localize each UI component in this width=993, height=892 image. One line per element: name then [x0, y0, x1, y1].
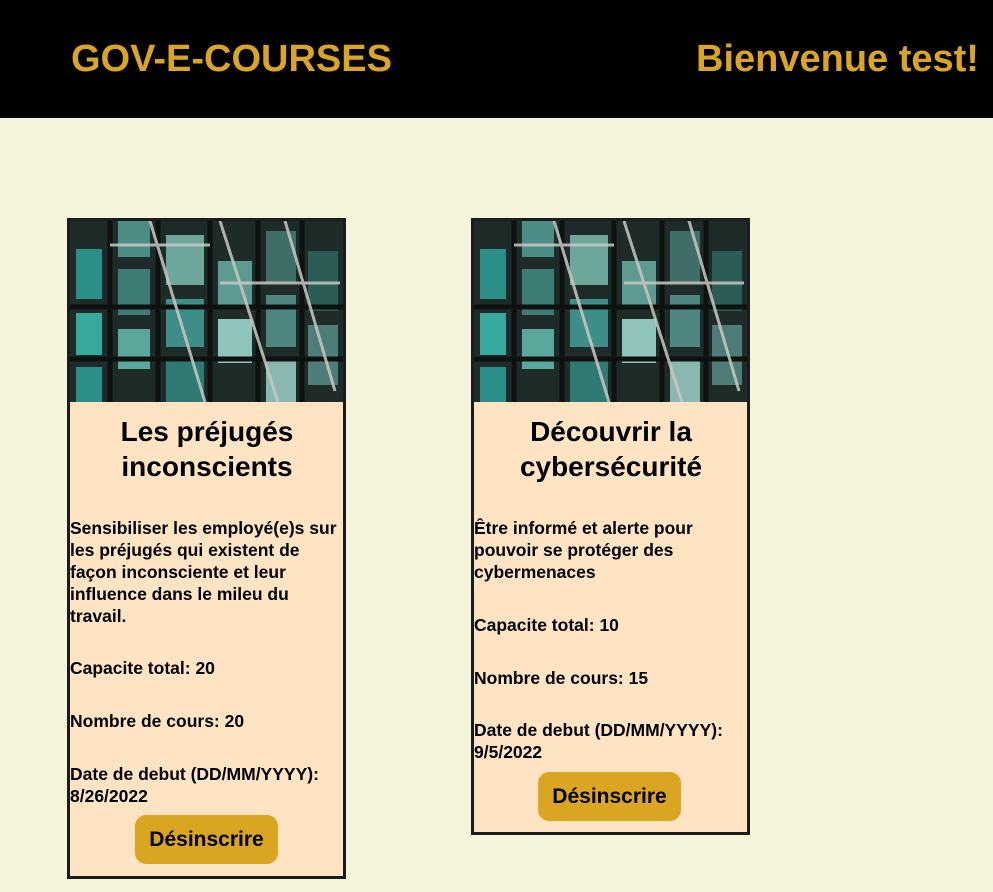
site-brand[interactable]: GOV-E-COURSES	[71, 37, 392, 81]
course-capacity: Capacite total: 20	[70, 658, 215, 678]
course-count: Nombre de cours: 20	[70, 711, 245, 731]
unenroll-button[interactable]: Désinscrire	[135, 815, 278, 864]
welcome-message: Bienvenue test!	[696, 38, 979, 80]
course-count: Nombre de cours: 15	[474, 668, 649, 688]
course-image	[70, 221, 343, 402]
course-card: Découvrir la cybersécurité Être informé …	[471, 218, 750, 835]
course-description: Sensibiliser les employé(e)s sur les pré…	[70, 518, 337, 626]
course-start-date: Date de debut (DD/MM/YYYY): 9/5/2022	[474, 720, 723, 762]
top-bar: GOV-E-COURSES Bienvenue test!	[0, 0, 993, 118]
course-capacity: Capacite total: 10	[474, 615, 619, 635]
course-title: Les préjugés inconscients	[120, 416, 294, 482]
course-title: Découvrir la cybersécurité	[519, 416, 703, 482]
unenroll-button[interactable]: Désinscrire	[538, 772, 681, 821]
course-start-date: Date de debut (DD/MM/YYYY): 8/26/2022	[70, 764, 319, 806]
course-image	[474, 221, 747, 402]
course-card: Les préjugés inconscients Sensibiliser l…	[67, 218, 346, 879]
course-description: Être informé et alerte pour pouvoir se p…	[474, 518, 693, 582]
